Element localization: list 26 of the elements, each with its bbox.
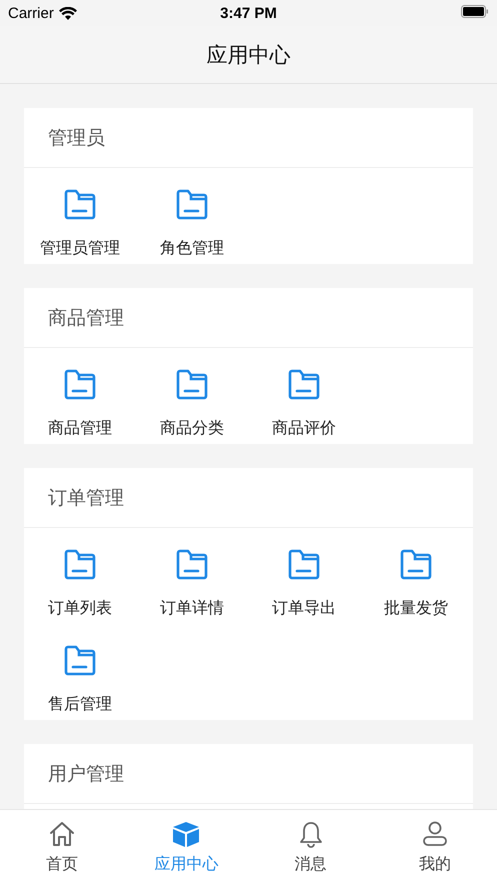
battery-icon xyxy=(461,4,489,18)
tab-item[interactable]: 首页 xyxy=(0,810,124,883)
clock-time: 3:47 PM xyxy=(220,4,277,22)
carrier-text: Carrier xyxy=(8,4,54,22)
home-icon xyxy=(48,820,76,848)
app-item[interactable]: 售后管理 xyxy=(24,624,136,720)
tab-item[interactable]: 应用中心 xyxy=(124,810,248,883)
app-item[interactable]: 商品管理 xyxy=(24,348,136,444)
app-item[interactable]: 角色管理 xyxy=(136,168,248,264)
tab-item[interactable]: 我的 xyxy=(372,810,497,883)
app-item[interactable]: 批量发货 xyxy=(360,528,472,624)
cube-icon xyxy=(172,820,200,848)
app-item[interactable]: 商品分类 xyxy=(136,348,248,444)
section-title: 管理员 xyxy=(48,126,105,150)
section-title: 用户管理 xyxy=(48,762,124,786)
tab-item[interactable]: 消息 xyxy=(248,810,373,883)
app-item[interactable]: 订单导出 xyxy=(248,528,360,624)
wifi-icon xyxy=(58,6,77,20)
page-title: 应用中心 xyxy=(206,42,290,68)
section-title: 订单管理 xyxy=(48,486,124,510)
app-item[interactable]: 管理员管理 xyxy=(24,168,136,264)
section-title: 商品管理 xyxy=(48,306,124,330)
app-item[interactable]: 订单列表 xyxy=(24,528,136,624)
app-item[interactable]: 商品评价 xyxy=(248,348,360,444)
person-icon xyxy=(420,820,449,848)
app-item[interactable]: 订单详情 xyxy=(136,528,248,624)
